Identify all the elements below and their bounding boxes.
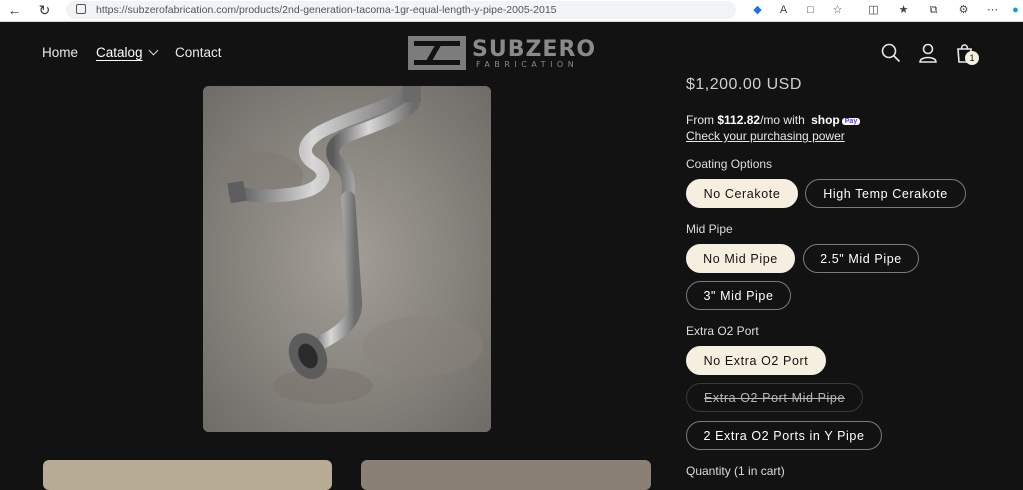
search-icon[interactable] (880, 42, 902, 64)
extra-o2-port-label: Extra O2 Port (686, 324, 759, 338)
browser-toolbar: ← ↻ https://subzerofabrication.com/produ… (0, 0, 1023, 22)
read-aloud-icon[interactable]: A (776, 3, 791, 18)
installments-text: From $112.82/mo with shop Pay (686, 113, 861, 127)
site-logo[interactable]: SUBZERO FABRICATION (408, 36, 614, 72)
collections-icon[interactable]: ⧉ (926, 3, 941, 18)
option-2-extra-o2-ports[interactable]: 2 Extra O2 Ports in Y Pipe (686, 421, 882, 450)
pay-badge: Pay (841, 118, 861, 125)
logo-mark-icon (408, 36, 466, 70)
nav-home-link[interactable]: Home (42, 45, 78, 60)
back-icon[interactable]: ← (6, 2, 23, 19)
cart-count-badge: 1 (965, 51, 979, 65)
purchasing-power-link[interactable]: Check your purchasing power (686, 129, 845, 143)
more-menu-icon[interactable]: ⋯ (985, 3, 1000, 18)
product-price: $1,200.00 USD (686, 76, 802, 93)
address-bar[interactable]: https://subzerofabrication.com/products/… (66, 1, 736, 19)
logo-subtitle: FABRICATION (476, 60, 579, 69)
logo-wordmark: SUBZERO (472, 37, 597, 62)
split-screen-icon[interactable]: ◫ (866, 3, 881, 18)
option-no-cerakote[interactable]: No Cerakote (686, 179, 798, 208)
mid-pipe-label: Mid Pipe (686, 222, 733, 236)
lock-icon (76, 4, 86, 14)
favorites-icon[interactable]: ★ (896, 3, 911, 18)
copilot-icon[interactable]: ● (1008, 3, 1023, 18)
installment-amount: $112.82 (717, 113, 761, 127)
nav-contact-link[interactable]: Contact (175, 45, 222, 60)
product-main-image[interactable] (203, 86, 491, 432)
product-thumbnail[interactable] (361, 460, 651, 490)
option-extra-o2-port-mid-pipe[interactable]: Extra O2 Port Mid Pipe (686, 383, 863, 412)
option-2-5-mid-pipe[interactable]: 2.5" Mid Pipe (803, 244, 919, 273)
nav-catalog-link[interactable]: Catalog (96, 45, 143, 60)
url-text: https://subzerofabrication.com/products/… (96, 4, 557, 16)
option-high-temp-cerakote[interactable]: High Temp Cerakote (805, 179, 966, 208)
account-icon[interactable] (917, 42, 939, 64)
reload-icon[interactable]: ↻ (36, 2, 53, 19)
product-thumbnail[interactable] (43, 460, 332, 490)
quantity-label: Quantity (1 in cart) (686, 464, 785, 478)
option-3-mid-pipe[interactable]: 3" Mid Pipe (686, 281, 791, 310)
y-pipe-photo (203, 86, 491, 432)
extensions-icon[interactable]: ⚙ (956, 3, 971, 18)
option-no-extra-o2-port[interactable]: No Extra O2 Port (686, 346, 826, 375)
reader-mode-icon[interactable]: □ (803, 3, 818, 18)
coating-options-label: Coating Options (686, 157, 773, 171)
favorite-star-icon[interactable]: ☆ (830, 3, 845, 18)
shopping-tag-icon[interactable]: ◆ (750, 3, 765, 18)
option-no-mid-pipe[interactable]: No Mid Pipe (686, 244, 795, 273)
shop-pay-logo: shop (811, 113, 840, 127)
